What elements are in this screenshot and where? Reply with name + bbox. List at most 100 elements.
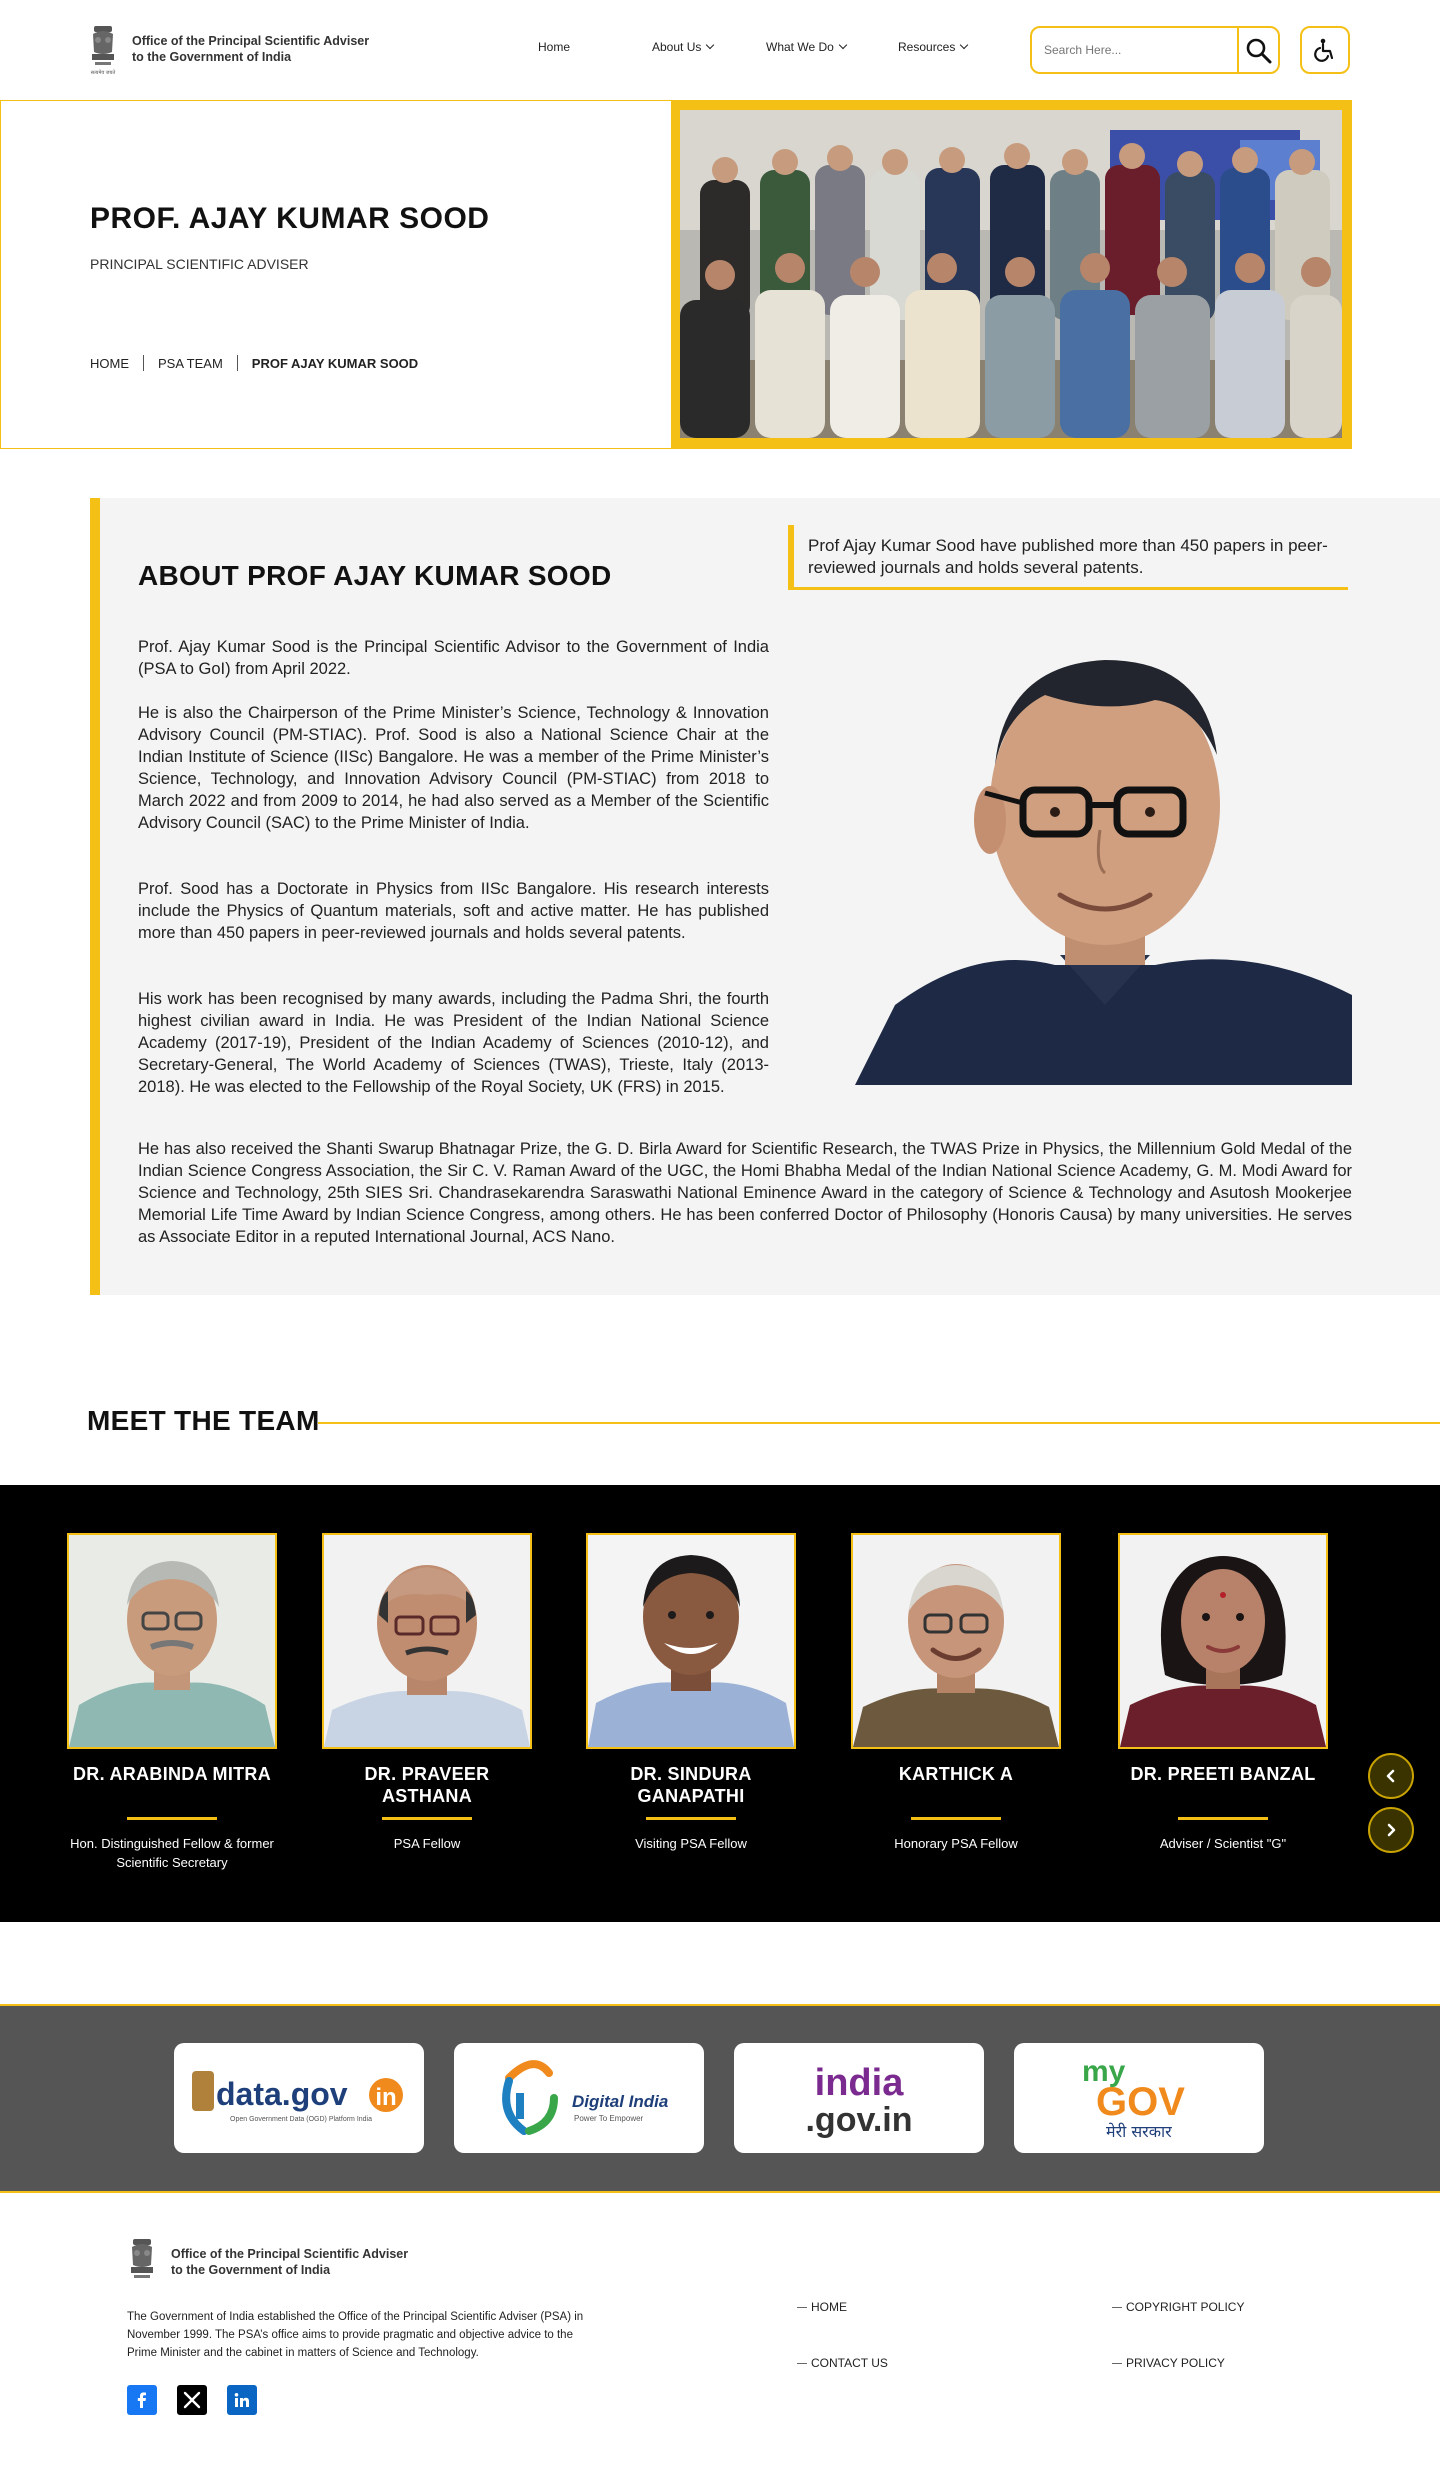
hero-panel bbox=[0, 100, 672, 449]
nav-resources-label: Resources bbox=[898, 40, 956, 54]
member-photo-image bbox=[588, 1535, 794, 1747]
about-paragraph-1: Prof. Ajay Kumar Sood is the Principal S… bbox=[138, 638, 769, 678]
accessibility-button[interactable] bbox=[1300, 26, 1350, 74]
about-paragraph-3: Prof. Sood has a Doctorate in Physics fr… bbox=[138, 880, 769, 942]
x-twitter-link[interactable] bbox=[177, 2385, 207, 2415]
team-member-card[interactable]: DR. ARABINDA MITRA Hon. Distinguished Fe… bbox=[67, 1533, 277, 1872]
linkedin-icon bbox=[234, 2393, 249, 2407]
svg-text:india: india bbox=[815, 2062, 905, 2104]
search-input[interactable] bbox=[1044, 39, 1224, 61]
org-name-line1: Office of the Principal Scientific Advis… bbox=[132, 34, 370, 48]
about-paragraph-5: He has also received the Shanti Swarup B… bbox=[138, 1140, 1352, 1246]
nav-what-we-do[interactable]: What We Do bbox=[766, 40, 848, 54]
team-group-photo bbox=[680, 110, 1342, 438]
page-title: PROF. AJAY KUMAR SOOD bbox=[90, 202, 490, 235]
linkedin-link[interactable] bbox=[227, 2385, 257, 2415]
svg-text:मेरी सरकार: मेरी सरकार bbox=[1106, 2122, 1172, 2141]
digital-india-logo: Digital India Power To Empower bbox=[502, 2060, 668, 2135]
data-gov-in-logo: data.gov in Open Government Data (OGD) P… bbox=[192, 2071, 403, 2123]
member-name: KARTHICK A bbox=[898, 1764, 1014, 1784]
member-name: DR. PRAVEER ASTHANA bbox=[364, 1764, 490, 1806]
national-emblem-icon: सत्यमेव जयते bbox=[91, 26, 116, 76]
chevron-down-icon bbox=[706, 40, 715, 50]
org-name-line2: to the Government of India bbox=[132, 50, 292, 64]
x-icon bbox=[183, 2391, 201, 2409]
footer-link-privacy-policy[interactable]: PRIVACY POLICY bbox=[1112, 2356, 1225, 2370]
carousel-prev-button[interactable] bbox=[1368, 1753, 1414, 1799]
facebook-link[interactable] bbox=[127, 2385, 157, 2415]
about-title: ABOUT PROF AJAY KUMAR SOOD bbox=[138, 560, 612, 591]
nav-resources[interactable]: Resources bbox=[898, 40, 969, 54]
partner-digital-india[interactable]: Digital India Power To Empower bbox=[454, 2043, 704, 2153]
footer-link-home[interactable]: HOME bbox=[797, 2300, 847, 2314]
breadcrumb-psa-team[interactable]: PSA TEAM bbox=[158, 356, 223, 371]
about-paragraph-2: He is also the Chairperson of the Prime … bbox=[138, 704, 769, 832]
svg-text:in: in bbox=[375, 2084, 396, 2111]
nav-home-label: Home bbox=[538, 40, 571, 54]
svg-text:Digital India: Digital India bbox=[572, 2092, 668, 2111]
search-icon[interactable] bbox=[1244, 36, 1274, 66]
footer-description: The Government of India established the … bbox=[127, 2311, 584, 2359]
highlight-quote: Prof Ajay Kumar Sood have published more… bbox=[788, 525, 1348, 590]
svg-text:.gov.in: .gov.in bbox=[805, 2101, 912, 2139]
breadcrumb-separator bbox=[236, 355, 238, 371]
svg-text:Open Government Data (OGD) Pla: Open Government Data (OGD) Platform Indi… bbox=[230, 2116, 372, 2123]
chevron-right-icon bbox=[1387, 1823, 1396, 1837]
svg-text:GOV: GOV bbox=[1096, 2080, 1185, 2124]
member-photo-image bbox=[1120, 1535, 1326, 1747]
india-gov-in-logo: india .gov.in bbox=[805, 2062, 912, 2139]
member-role: Honorary PSA Fellow bbox=[894, 1836, 1018, 1851]
member-photo-image bbox=[324, 1535, 530, 1747]
about-accent-bar bbox=[90, 498, 100, 1295]
member-name-rule bbox=[911, 1817, 1001, 1820]
member-name-rule bbox=[127, 1817, 217, 1820]
footer-link-contact-us[interactable]: CONTACT US bbox=[797, 2356, 888, 2370]
member-role: Adviser / Scientist "G" bbox=[1159, 1836, 1287, 1851]
partner-data-gov-in[interactable]: data.gov in Open Government Data (OGD) P… bbox=[174, 2043, 424, 2153]
member-photo bbox=[1118, 1533, 1328, 1749]
footer-org-line2: to the Government of India bbox=[171, 2263, 331, 2277]
team-member-card[interactable]: DR. PREETI BANZAL Adviser / Scientist "G… bbox=[1118, 1533, 1328, 1853]
portrait-photo bbox=[855, 605, 1352, 1085]
national-emblem-icon bbox=[131, 2239, 153, 2278]
member-name-rule bbox=[382, 1817, 472, 1820]
nav-about-us[interactable]: About Us bbox=[652, 40, 715, 54]
about-paragraph-4: His work has been recognised by many awa… bbox=[138, 990, 769, 1096]
nav-what-we-do-label: What We Do bbox=[766, 40, 834, 54]
nav-home[interactable]: Home bbox=[538, 40, 570, 54]
svg-text:Power To Empower: Power To Empower bbox=[574, 2114, 644, 2123]
footer-link-copyright-policy[interactable]: COPYRIGHT POLICY bbox=[1112, 2300, 1244, 2314]
carousel-next-button[interactable] bbox=[1368, 1807, 1414, 1853]
member-photo bbox=[67, 1533, 277, 1749]
site-header: सत्यमेव जयते Office of the Principal Sci… bbox=[0, 0, 1440, 100]
team-member-card[interactable]: DR. PRAVEER ASTHANA PSA Fellow bbox=[322, 1533, 532, 1853]
nav-about-us-label: About Us bbox=[652, 40, 702, 54]
team-title-rule bbox=[318, 1422, 1440, 1424]
breadcrumb-home[interactable]: HOME bbox=[90, 356, 129, 371]
member-photo bbox=[322, 1533, 532, 1749]
member-name: DR. PREETI BANZAL bbox=[1130, 1764, 1316, 1784]
chevron-left-icon bbox=[1386, 1769, 1395, 1783]
chevron-down-icon bbox=[838, 40, 848, 50]
breadcrumb-current: PROF AJAY KUMAR SOOD bbox=[251, 355, 419, 371]
member-name: DR. ARABINDA MITRA bbox=[72, 1764, 272, 1784]
chevron-down-icon bbox=[960, 40, 969, 50]
member-name-rule bbox=[1178, 1817, 1268, 1820]
member-name-rule bbox=[646, 1817, 736, 1820]
facebook-icon bbox=[137, 2392, 146, 2408]
search-box bbox=[1030, 26, 1280, 74]
team-member-card[interactable]: KARTHICK A Honorary PSA Fellow bbox=[851, 1533, 1061, 1853]
member-photo bbox=[851, 1533, 1061, 1749]
page-subtitle: PRINCIPAL SCIENTIFIC ADVISER bbox=[90, 256, 309, 272]
footer-logo[interactable]: Office of the Principal Scientific Advis… bbox=[127, 2235, 408, 2289]
site-logo[interactable]: सत्यमेव जयते Office of the Principal Sci… bbox=[88, 22, 369, 76]
member-photo bbox=[586, 1533, 796, 1749]
member-role: Hon. Distinguished Fellow & former Scien… bbox=[70, 1836, 274, 1870]
team-member-card[interactable]: DR. SINDURA GANAPATHI Visiting PSA Fello… bbox=[586, 1533, 796, 1853]
footer-org-line1: Office of the Principal Scientific Advis… bbox=[171, 2247, 409, 2261]
partner-india-gov-in[interactable]: india .gov.in bbox=[734, 2043, 984, 2153]
svg-text:data.gov: data.gov bbox=[216, 2076, 348, 2112]
partner-mygov[interactable]: my GOV मेरी सरकार bbox=[1014, 2043, 1264, 2153]
svg-text:सत्यमेव जयते: सत्यमेव जयते bbox=[91, 69, 116, 76]
breadcrumb: HOME PSA TEAM PROF AJAY KUMAR SOOD bbox=[90, 355, 418, 371]
